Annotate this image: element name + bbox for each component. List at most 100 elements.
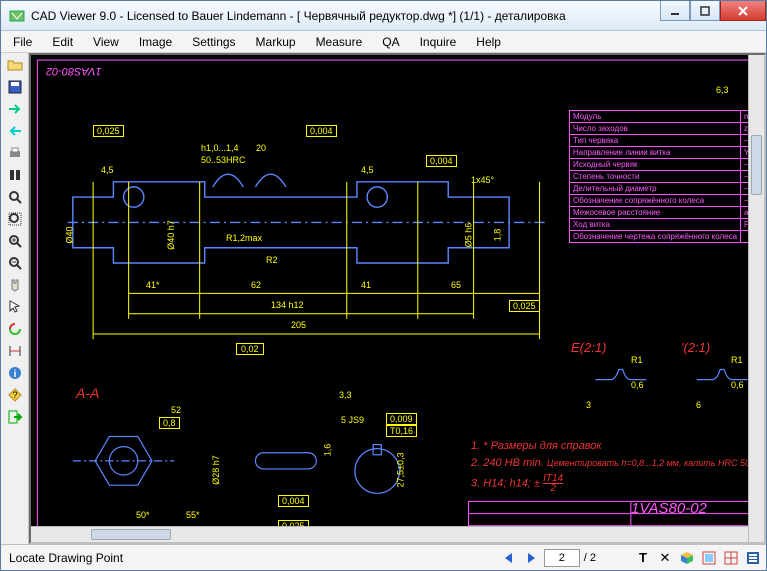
dim-1x45: 1x45° xyxy=(471,175,494,185)
dim-R12: R1,2max xyxy=(226,233,262,243)
menubar: File Edit View Image Settings Markup Mea… xyxy=(1,31,766,53)
view-3d-icon[interactable] xyxy=(678,549,696,567)
dim-h10: h1,0...1,4 xyxy=(201,143,239,153)
orbit-icon[interactable] xyxy=(4,319,26,339)
menu-qa[interactable]: QA xyxy=(374,33,407,51)
dim-55: 55* xyxy=(186,510,200,520)
detail-e-label: E(2:1) xyxy=(571,340,606,355)
dim-41b: 41 xyxy=(361,280,371,290)
status-text: Locate Drawing Point xyxy=(5,551,496,565)
dim-05: Ø5 h6 xyxy=(463,223,473,248)
tol-T016: T0,16 xyxy=(386,425,417,437)
parameter-table: Модульm4Число заходовz1Тип червяка—ZAНап… xyxy=(569,110,766,243)
dim-040-1: Ø40 xyxy=(65,226,75,243)
zoom-extents-icon[interactable] xyxy=(4,209,26,229)
note3: 3. H14; h14; ± IT14 2 xyxy=(471,474,563,493)
page-input[interactable] xyxy=(544,549,580,567)
tol-004b: 0,004 xyxy=(426,155,457,167)
dim-41a: 41* xyxy=(146,280,160,290)
arrow-left-icon[interactable] xyxy=(4,121,26,141)
dim-16: 1,6 xyxy=(322,444,332,457)
menu-file[interactable]: File xyxy=(5,33,40,51)
menu-inquire[interactable]: Inquire xyxy=(412,33,465,51)
dim-5js9: 5 JS9 xyxy=(341,415,364,425)
layout-icon[interactable] xyxy=(700,549,718,567)
drawing-canvas[interactable]: 1VAS80-02 A-A E(2:1) '(2:1) 134 h12 205 … xyxy=(29,53,766,544)
dim-65: 65 xyxy=(451,280,461,290)
content-area: i ? xyxy=(1,53,766,544)
save-icon[interactable] xyxy=(4,77,26,97)
note2: 2. 240 НВ min. Цементировать h=0,8...1,2… xyxy=(471,457,766,469)
tol-004c: 0,004 xyxy=(278,495,309,507)
properties-icon[interactable] xyxy=(744,549,762,567)
dim-45b: 4,5 xyxy=(361,165,374,175)
menu-measure[interactable]: Measure xyxy=(308,33,371,51)
info-icon[interactable]: i xyxy=(4,363,26,383)
detail-r-label: '(2:1) xyxy=(681,340,710,355)
open-icon[interactable] xyxy=(4,55,26,75)
measure-icon[interactable] xyxy=(4,341,26,361)
dim-205: 205 xyxy=(291,320,306,330)
maximize-button[interactable] xyxy=(690,1,720,21)
dim-33: 3,3 xyxy=(339,390,352,400)
dim-50: 50* xyxy=(136,510,150,520)
pan-icon[interactable] xyxy=(4,275,26,295)
menu-markup[interactable]: Markup xyxy=(248,33,304,51)
dim-6: 6 xyxy=(696,400,701,410)
snap-off-icon[interactable]: ✕ xyxy=(656,549,674,567)
grid-icon[interactable] xyxy=(722,549,740,567)
tol-0025: 0,025 xyxy=(93,125,124,137)
dim-63: 6,3 xyxy=(716,85,729,95)
menu-help[interactable]: Help xyxy=(468,33,509,51)
dim-3: 3 xyxy=(586,400,591,410)
dim-275: 27,5±0,3 xyxy=(395,453,405,488)
window-title: CAD Viewer 9.0 - Licensed to Bauer Linde… xyxy=(31,9,660,23)
note1: 1. * Размеры для справок xyxy=(471,440,602,452)
window-buttons xyxy=(660,1,766,21)
dim-R2: R2 xyxy=(266,255,278,265)
tol-004: 0,004 xyxy=(306,125,337,137)
tol-009: 0,009 xyxy=(386,413,417,425)
print-icon[interactable] xyxy=(4,143,26,163)
exit-icon[interactable] xyxy=(4,407,26,427)
zoom-out-icon[interactable] xyxy=(4,253,26,273)
menu-view[interactable]: View xyxy=(85,33,127,51)
zoom-in-icon[interactable] xyxy=(4,231,26,251)
dim-R1b: R1 xyxy=(731,355,743,365)
section-aa-label: A-A xyxy=(76,385,99,401)
next-page-button[interactable] xyxy=(522,549,540,567)
tol-002: 0,02 xyxy=(236,343,264,355)
part-number-block: 1VAS80-02 xyxy=(631,500,707,517)
tol-08: 0,8 xyxy=(159,417,180,429)
zoom-window-icon[interactable] xyxy=(4,187,26,207)
svg-text:i: i xyxy=(13,369,16,380)
scrollbar-horizontal[interactable] xyxy=(31,526,748,542)
dim-hrc: 50..53HRC xyxy=(201,155,246,165)
dim-20: 20 xyxy=(256,143,266,153)
arrow-right-icon[interactable] xyxy=(4,99,26,119)
app-window: CAD Viewer 9.0 - Licensed to Bauer Linde… xyxy=(0,0,767,571)
titlebar: CAD Viewer 9.0 - Licensed to Bauer Linde… xyxy=(1,1,766,31)
layers-icon[interactable] xyxy=(4,165,26,185)
dim-040-2: Ø40 h7 xyxy=(166,220,176,250)
dim-06: 0,6 xyxy=(631,380,644,390)
part-number-top: 1VAS80-02 xyxy=(46,65,102,77)
toolbar: i ? xyxy=(1,53,29,544)
select-icon[interactable] xyxy=(4,297,26,317)
dim-028: Ø28 h7 xyxy=(211,455,221,485)
text-tool-icon[interactable]: T xyxy=(634,549,652,567)
dim-62: 62 xyxy=(251,280,261,290)
minimize-button[interactable] xyxy=(660,1,690,21)
menu-image[interactable]: Image xyxy=(131,33,180,51)
scrollbar-vertical[interactable] xyxy=(748,55,764,542)
svg-text:?: ? xyxy=(12,390,17,400)
dim-45a: 4,5 xyxy=(101,165,114,175)
menu-settings[interactable]: Settings xyxy=(184,33,243,51)
dim-18: 1,8 xyxy=(492,229,502,242)
dim-52: 52 xyxy=(171,405,181,415)
prev-page-button[interactable] xyxy=(500,549,518,567)
close-button[interactable] xyxy=(720,1,766,21)
help-icon[interactable]: ? xyxy=(4,385,26,405)
tol-0025b: 0,025 xyxy=(509,300,540,312)
menu-edit[interactable]: Edit xyxy=(44,33,81,51)
